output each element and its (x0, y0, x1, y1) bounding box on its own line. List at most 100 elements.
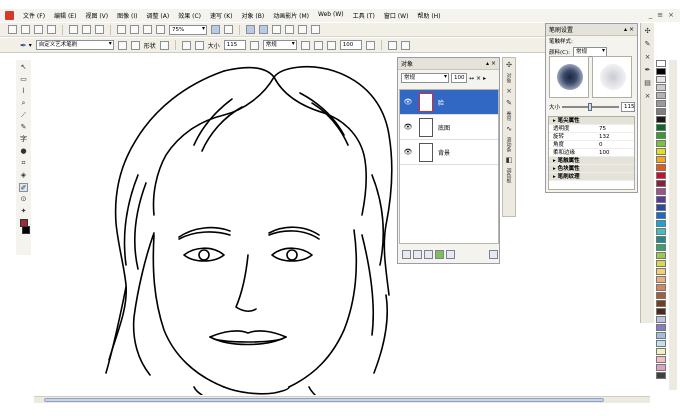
window-icon[interactable] (311, 25, 320, 34)
color-swatch[interactable] (656, 260, 666, 267)
color-swatch[interactable] (656, 372, 666, 379)
color-swatch[interactable] (656, 284, 666, 291)
chevron-down-icon[interactable]: ▾ (29, 42, 32, 49)
pen-icon[interactable]: ✒ (644, 66, 652, 74)
curve-icon[interactable]: ∿ (505, 125, 513, 133)
tab-objects[interactable]: 对象 (506, 73, 513, 83)
opacity-arrows-icon[interactable]: ↔ (469, 75, 474, 82)
property-row[interactable]: 透明度 75 (549, 125, 634, 133)
color-swatch[interactable] (656, 116, 666, 123)
export-icon[interactable] (156, 25, 165, 34)
color-swatch[interactable] (656, 188, 666, 195)
color-swatch[interactable] (656, 164, 666, 171)
layer-props-icon[interactable] (424, 249, 433, 259)
new-file-icon[interactable] (8, 25, 17, 34)
color-swatch[interactable] (656, 244, 666, 251)
dropdown-icon[interactable] (298, 25, 307, 34)
lock-icon[interactable] (400, 40, 410, 50)
color-swatch[interactable] (656, 108, 666, 115)
panel-controls[interactable]: ▴ × (624, 26, 634, 33)
add-icon[interactable] (181, 40, 191, 50)
clear-icon[interactable] (387, 40, 397, 50)
menu-item[interactable]: Web (W) (318, 11, 344, 20)
zoom-tool-icon[interactable]: ⌕ (19, 99, 28, 108)
fit-window-icon[interactable] (246, 25, 255, 34)
menu-item[interactable]: 调整 (A) (147, 11, 170, 20)
color-swatch[interactable] (656, 268, 666, 275)
layer-opacity-input[interactable]: 100 (451, 73, 467, 83)
close-icon[interactable]: × (644, 92, 652, 100)
color-swatch[interactable] (656, 348, 666, 355)
color-swatch[interactable] (656, 324, 666, 331)
menu-item[interactable]: 对象 (B) (242, 11, 265, 20)
lasso-icon[interactable]: ⌇ (19, 87, 28, 96)
brush-icon[interactable]: ✎ (644, 40, 652, 48)
slider-thumb[interactable] (587, 103, 592, 111)
undo-icon[interactable] (117, 25, 126, 34)
opacity-icon[interactable] (300, 40, 310, 50)
move-icon[interactable]: ✣ (505, 61, 513, 69)
brush-icon[interactable]: ✎ (505, 99, 513, 107)
close-icon[interactable]: × (505, 87, 513, 95)
brush-preset-icon[interactable] (130, 40, 140, 50)
crop-icon[interactable]: ⌗ (19, 159, 28, 168)
paint-tool-icon[interactable]: ✐ (19, 183, 28, 192)
layer-row[interactable]: 👁 脸 (400, 90, 498, 115)
restore-icon[interactable]: ≡ (657, 11, 663, 19)
eye-icon[interactable]: 👁 (400, 148, 416, 156)
color-swatch[interactable] (656, 332, 666, 339)
clone-icon[interactable]: ⊙ (19, 195, 28, 204)
color-swatch[interactable] (656, 300, 666, 307)
tab-scroll[interactable]: 滚动条 (506, 137, 513, 152)
pan-icon[interactable] (224, 25, 233, 34)
minimize-icon[interactable]: _ (649, 11, 653, 19)
vertical-scrollbar[interactable] (669, 60, 677, 390)
property-row[interactable]: ▸ 色块属性 (549, 165, 634, 173)
open-file-icon[interactable] (21, 25, 30, 34)
mask-icon[interactable] (435, 249, 444, 259)
color-swatch[interactable] (656, 84, 666, 91)
eyedropper-icon[interactable]: ⟋ (19, 111, 28, 120)
zoom-in-icon[interactable] (211, 25, 220, 34)
play-icon[interactable]: ▸ (483, 75, 486, 82)
opacity-input[interactable]: 100 (339, 40, 362, 50)
color-swatch[interactable] (656, 236, 666, 243)
background-color[interactable] (22, 226, 30, 234)
color-swatch[interactable] (656, 124, 666, 131)
brush-tip-preview[interactable] (549, 56, 589, 98)
menu-item[interactable]: 帮助 (H) (417, 11, 440, 20)
color-swatch[interactable] (656, 228, 666, 235)
horizontal-scrollbar[interactable] (34, 396, 650, 403)
layers-icon[interactable]: ▤ (644, 79, 652, 87)
effect-tool-icon[interactable]: ✦ (19, 207, 28, 216)
tab-rollup[interactable]: 卷帘 (506, 111, 513, 121)
mode-select[interactable]: 常规 (262, 40, 297, 50)
eye-icon[interactable]: 👁 (400, 98, 416, 106)
menu-item[interactable]: 效果 (C) (178, 11, 201, 20)
layer-row[interactable]: 👁 底图 (400, 115, 498, 140)
property-row[interactable]: 旋转 132 (549, 133, 634, 141)
color-swatch[interactable] (656, 220, 666, 227)
eye-icon[interactable]: 👁 (400, 123, 416, 131)
reset-icon[interactable] (313, 40, 323, 50)
color-swatch[interactable] (656, 364, 666, 371)
layer-row[interactable]: 👁 背景 (400, 140, 498, 165)
color-swatch[interactable] (656, 196, 666, 203)
color-swatch[interactable] (656, 308, 666, 315)
fill-icon[interactable]: ◈ (19, 171, 28, 180)
arrow-icon[interactable] (194, 40, 204, 50)
menu-item[interactable]: 图像 (I) (117, 11, 137, 20)
size-slider[interactable] (562, 103, 619, 111)
palette-icon[interactable]: ◧ (505, 156, 513, 164)
color-swatch[interactable] (656, 60, 666, 67)
menu-item[interactable]: 文件 (F) (23, 11, 45, 20)
save-icon[interactable] (34, 25, 43, 34)
options-icon[interactable] (272, 25, 281, 34)
menu-item[interactable]: 动画影片 (M) (273, 11, 309, 20)
color-swatch[interactable] (656, 172, 666, 179)
brush-size-input[interactable]: 115 (621, 102, 635, 112)
pick-tool-icon[interactable]: ↖ (19, 63, 28, 72)
property-row[interactable]: ▸ 笔刷纹理 (549, 173, 634, 181)
property-row[interactable]: 柔和边缘 100 (549, 149, 634, 157)
color-swatch[interactable] (656, 340, 666, 347)
